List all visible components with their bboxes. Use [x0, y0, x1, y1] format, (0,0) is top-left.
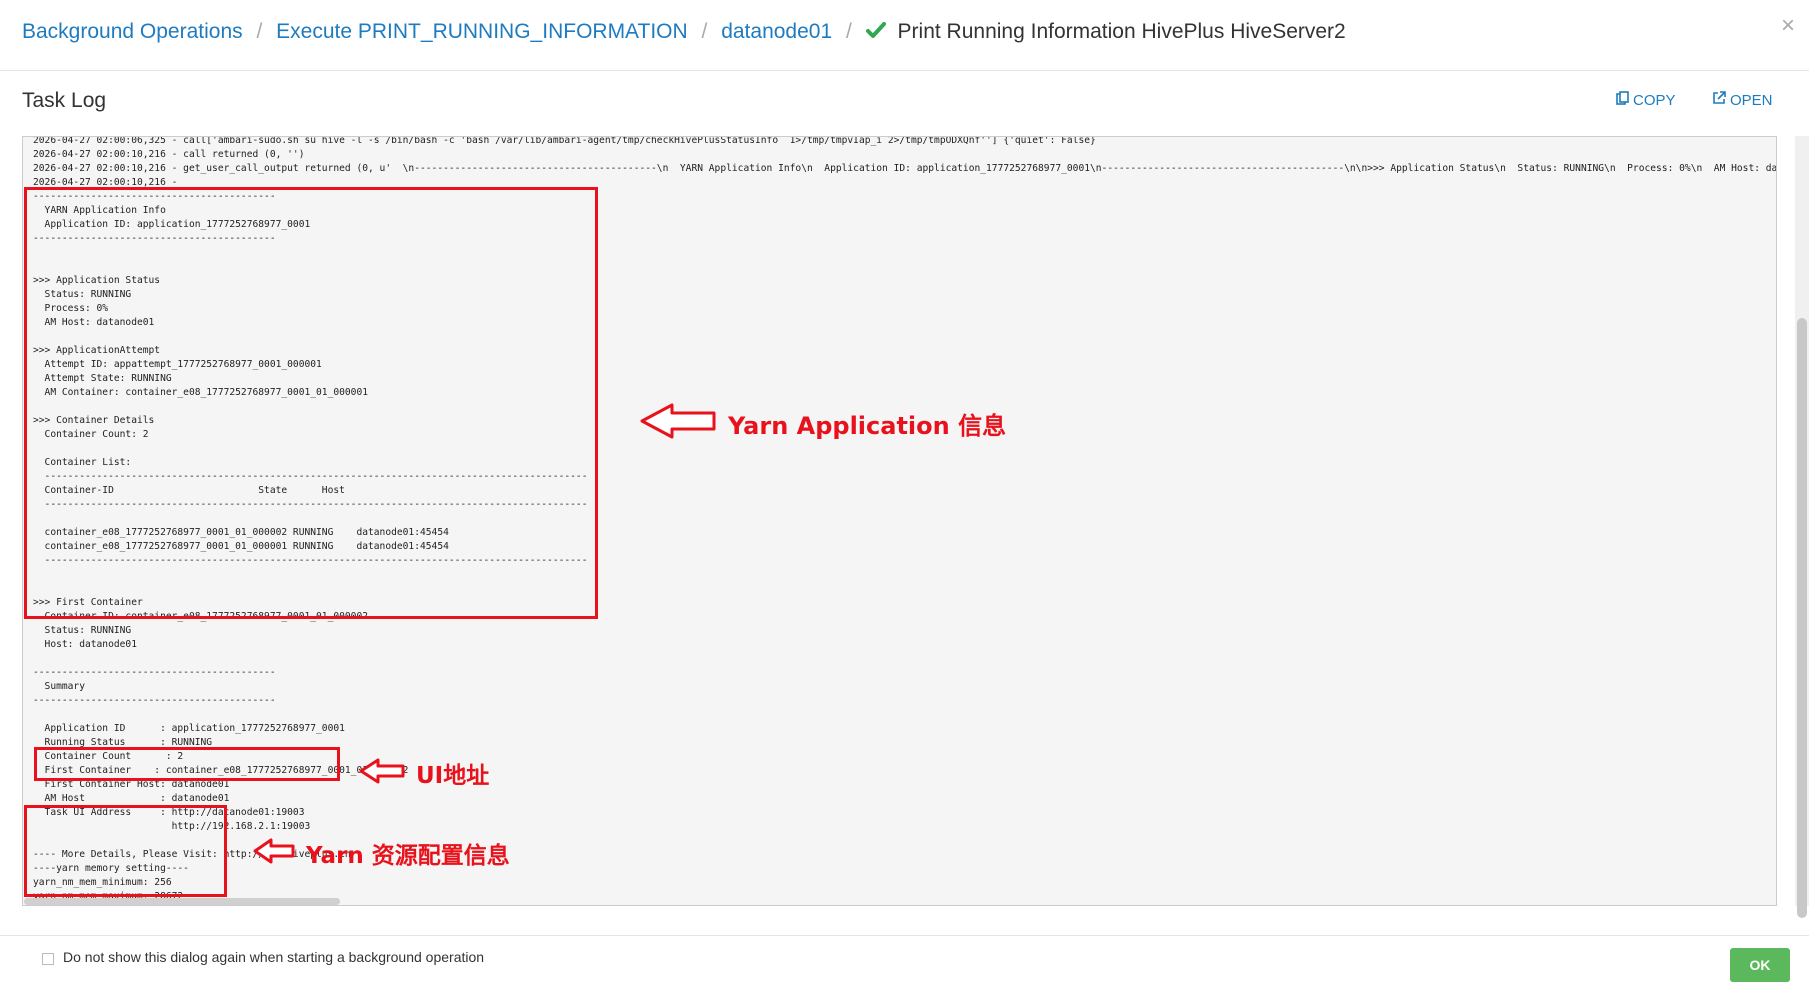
- breadcrumb-separator: /: [846, 20, 852, 43]
- log-line: Application ID : application_17772527689…: [33, 723, 345, 734]
- breadcrumb-separator: /: [256, 20, 263, 43]
- arrow-left-icon: [638, 401, 718, 446]
- yarn-resource-annotation: Yarn 资源配置信息: [252, 836, 510, 870]
- ui-address-highlight: [34, 747, 340, 781]
- copy-label: COPY: [1633, 91, 1676, 109]
- breadcrumb-host[interactable]: datanode01: [721, 20, 832, 43]
- log-line: 2026-04-27 02:00:10,216 - get_user_call_…: [33, 163, 1777, 174]
- dialog-header: Background Operations / Execute PRINT_RU…: [0, 0, 1809, 71]
- yarn-application-annotation: Yarn Application 信息: [638, 401, 1006, 446]
- open-label: OPEN: [1730, 91, 1773, 109]
- arrow-left-icon: [252, 837, 296, 870]
- log-line: Status: RUNNING: [33, 625, 132, 636]
- success-check-icon: [865, 22, 886, 46]
- log-line: Host: datanode01: [33, 639, 137, 650]
- copy-button[interactable]: COPY: [1616, 91, 1676, 109]
- horizontal-scrollbar[interactable]: [24, 898, 340, 905]
- breadcrumb-execute-operation[interactable]: Execute PRINT_RUNNING_INFORMATION: [276, 20, 688, 43]
- vertical-scrollbar[interactable]: [1797, 318, 1807, 918]
- copy-icon: [1616, 91, 1629, 109]
- arrow-left-icon: [358, 757, 406, 790]
- log-line: 2026-04-27 02:00:10,216 - call returned …: [33, 149, 305, 160]
- log-line: ----------------------------------------…: [33, 695, 276, 706]
- yarn-application-label: Yarn Application 信息: [728, 412, 1007, 440]
- dont-show-again-label: Do not show this dialog again when start…: [63, 949, 485, 965]
- breadcrumb: Background Operations / Execute PRINT_RU…: [22, 20, 1346, 46]
- breadcrumb-background-operations[interactable]: Background Operations: [22, 20, 243, 43]
- yarn-resource-label: Yarn 资源配置信息: [306, 843, 510, 869]
- external-link-icon: [1712, 91, 1726, 109]
- task-log-dialog: Background Operations / Execute PRINT_RU…: [0, 0, 1809, 988]
- log-line: yarn_nm_vcore_minimum: 1: [33, 905, 172, 906]
- ui-address-label: UI地址: [416, 763, 490, 789]
- log-line: AM Host : datanode01: [33, 793, 230, 804]
- log-line: Summary: [33, 681, 85, 692]
- ok-button[interactable]: OK: [1730, 948, 1790, 982]
- breadcrumb-current-task: Print Running Information HivePlus HiveS…: [897, 20, 1346, 43]
- close-icon[interactable]: ×: [1781, 14, 1795, 38]
- log-line: 2026-04-27 02:00:06,325 - call['ambari-s…: [33, 136, 1096, 146]
- ui-address-annotation: UI地址: [358, 756, 489, 790]
- open-button[interactable]: OPEN: [1712, 91, 1773, 109]
- yarn-application-highlight: [24, 187, 598, 619]
- task-log-title: Task Log: [22, 89, 107, 112]
- footer-divider: [0, 935, 1809, 936]
- breadcrumb-separator: /: [701, 20, 708, 43]
- dont-show-again-checkbox[interactable]: [42, 953, 54, 965]
- yarn-resource-highlight: [24, 805, 227, 897]
- log-line: ----------------------------------------…: [33, 667, 276, 678]
